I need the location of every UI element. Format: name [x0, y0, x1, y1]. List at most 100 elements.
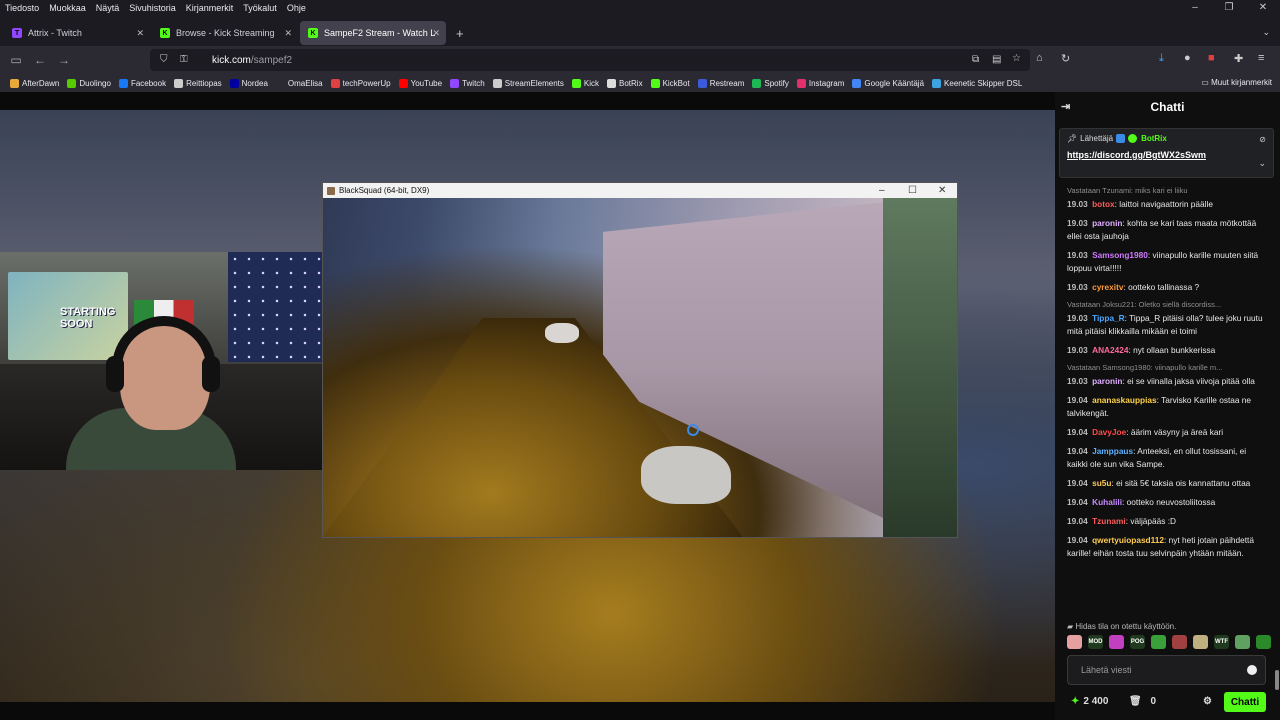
close-tab-icon[interactable]: ✕ [284, 28, 292, 39]
other-bookmarks[interactable]: ▭ Muut kirjanmerkit [1201, 78, 1272, 87]
menu-view[interactable]: Näytä [91, 3, 125, 13]
tab-sampef2-stream[interactable]: K SampeF2 Stream - Watch L ✕ [300, 21, 446, 45]
message-username[interactable]: cyrexitv [1092, 282, 1123, 292]
bookmark-item[interactable]: Spotify [748, 78, 792, 88]
reader-icon[interactable]: ▤ [992, 54, 1001, 65]
message-username[interactable]: su5u [1092, 478, 1111, 488]
bookmark-item[interactable]: KickBot [647, 78, 694, 88]
message-text: laittoi navigaattorin päälle [1119, 199, 1213, 209]
emote-icon[interactable]: MOD [1088, 635, 1103, 649]
message-username[interactable]: botox [1092, 199, 1115, 209]
emote-icon[interactable] [1067, 635, 1082, 649]
bookmark-item[interactable]: BotRix [603, 78, 647, 88]
send-chat-button[interactable]: Chatti [1224, 692, 1266, 712]
message-username[interactable]: ANA2424 [1092, 345, 1128, 355]
chat-message-input[interactable]: Lähetä viesti [1067, 655, 1266, 685]
bookmark-item[interactable]: Restream [694, 78, 749, 88]
emoji-icon[interactable] [1247, 665, 1257, 675]
bookmark-item[interactable]: Twitch [446, 78, 489, 88]
bookmark-favicon-icon [752, 78, 762, 88]
reload-icon[interactable]: ↻ [1061, 52, 1070, 65]
bookmark-item[interactable]: Google Kääntäjä [848, 78, 928, 88]
pinned-message[interactable]: 📌︎ Lähettäjä BotRix https://discord.gg/B… [1059, 128, 1274, 178]
emote-icon[interactable]: POG [1130, 635, 1145, 649]
bookmark-star-icon[interactable]: ☆ [1012, 53, 1021, 64]
app-menu-icon[interactable]: ≡ [1258, 52, 1264, 64]
message-username[interactable]: Samsong1980 [1092, 250, 1148, 260]
close-tab-icon[interactable]: ✕ [136, 28, 144, 39]
bookmark-item[interactable]: Instagram [793, 78, 849, 88]
message-username[interactable]: Tzunami [1092, 516, 1126, 526]
lock-icon[interactable]: ⚿ [180, 54, 188, 65]
video-player[interactable]: STARTING SOON BlackSquad (64-bit, DX9) –… [0, 92, 1055, 720]
menu-tools[interactable]: Työkalut [238, 3, 282, 13]
message-username[interactable]: ananaskauppias [1092, 395, 1157, 405]
sidebar-icon[interactable]: ▭ [4, 53, 28, 67]
extension-icon[interactable]: ■ [1208, 52, 1215, 64]
restore-icon[interactable]: ❐ [1212, 0, 1246, 16]
home-icon[interactable]: ⌂ [1036, 52, 1043, 64]
bookmark-item[interactable]: AfterDawn [6, 78, 63, 88]
menu-history[interactable]: Sivuhistoria [124, 3, 181, 13]
account-icon[interactable]: ● [1184, 52, 1191, 64]
message-username[interactable]: Tippa_R [1092, 313, 1125, 323]
emote-icon[interactable] [1256, 635, 1271, 649]
download-icon[interactable]: ⤓ [1159, 52, 1164, 65]
discord-link[interactable]: https://discord.gg/BgtWX2sSwm [1067, 150, 1266, 160]
close-window-icon[interactable]: ✕ [1246, 0, 1280, 16]
forward-icon[interactable]: → [52, 53, 76, 67]
tab-attrix-twitch[interactable]: T Attrix - Twitch ✕ [4, 21, 150, 45]
bookmarks-bar: AfterDawn Duolingo Facebook Reittiopas Norde… [0, 74, 1280, 92]
unpin-icon[interactable]: ⊘ [1259, 135, 1266, 144]
emote-icon[interactable] [1109, 635, 1124, 649]
list-tabs-icon[interactable]: ⌄ [1262, 27, 1270, 38]
menu-help[interactable]: Ohje [282, 3, 311, 13]
game-maximize-icon[interactable]: ☐ [908, 183, 917, 198]
new-tab-icon[interactable]: + [456, 26, 464, 41]
bookmark-item[interactable]: Keenetic Skipper DSL [928, 78, 1026, 88]
tab-browse-kick[interactable]: K Browse - Kick Streaming ✕ [152, 21, 298, 45]
emote-icon[interactable] [1193, 635, 1208, 649]
message-username[interactable]: qwertyuiopasd112 [1092, 535, 1164, 545]
bookmark-item[interactable]: Nordea [226, 78, 272, 88]
bookmark-item[interactable]: OmaElisa [272, 78, 327, 88]
bookmark-item[interactable]: Facebook [115, 78, 170, 88]
close-tab-icon[interactable]: ✕ [432, 28, 440, 39]
game-window[interactable]: BlackSquad (64-bit, DX9) – ☐ ✕ [322, 182, 958, 538]
bookmark-item[interactable]: YouTube [395, 78, 446, 88]
bookmark-item[interactable]: Kick [568, 78, 603, 88]
pip-icon[interactable]: ⧉ [972, 54, 979, 65]
message-username[interactable]: DavyJoe [1092, 427, 1126, 437]
url-path: /sampef2 [250, 54, 293, 66]
menu-bookmarks[interactable]: Kirjanmerkit [181, 3, 239, 13]
shield-icon[interactable]: ⛉ [160, 54, 168, 65]
back-icon[interactable]: ← [28, 53, 52, 67]
extensions-icon[interactable]: ✚ [1234, 52, 1243, 65]
channel-points[interactable]: ✦ 2 400 [1071, 696, 1108, 707]
bookmark-item[interactable]: Reittiopas [170, 78, 226, 88]
url-bar[interactable]: ⛉ ⚿ kick.com /sampef2 ⧉ ▤ ☆ [150, 49, 1030, 71]
inventory[interactable]: 🗑︎ 0 [1129, 696, 1156, 707]
minimize-icon[interactable]: – [1178, 0, 1212, 16]
emote-icon[interactable] [1172, 635, 1187, 649]
bookmark-item[interactable]: StreamElements [489, 78, 568, 88]
tab-bar: T Attrix - Twitch ✕ K Browse - Kick Stre… [0, 18, 1280, 46]
bookmark-item[interactable]: techPowerUp [327, 78, 395, 88]
game-minimize-icon[interactable]: – [879, 183, 885, 198]
menu-edit[interactable]: Muokkaa [44, 3, 91, 13]
message-username[interactable]: paronin [1092, 218, 1122, 228]
message-time: 19.03 [1067, 376, 1088, 386]
menu-file[interactable]: Tiedosto [0, 3, 44, 13]
chevron-down-icon[interactable]: ⌄ [1258, 158, 1266, 169]
gear-icon[interactable]: ⚙ [1203, 696, 1212, 707]
message-username[interactable]: Jamppaus [1092, 446, 1133, 456]
game-close-icon[interactable]: ✕ [938, 183, 946, 198]
bookmark-item[interactable]: Duolingo [63, 78, 115, 88]
emote-icon[interactable]: WTF [1214, 635, 1229, 649]
chat-scrollbar[interactable] [1275, 670, 1279, 690]
emote-icon[interactable] [1151, 635, 1166, 649]
message-username[interactable]: paronin [1092, 376, 1122, 386]
message-username[interactable]: Kuhalili [1092, 497, 1122, 507]
collapse-chat-icon[interactable]: ⇥ [1061, 100, 1070, 113]
emote-icon[interactable] [1235, 635, 1250, 649]
